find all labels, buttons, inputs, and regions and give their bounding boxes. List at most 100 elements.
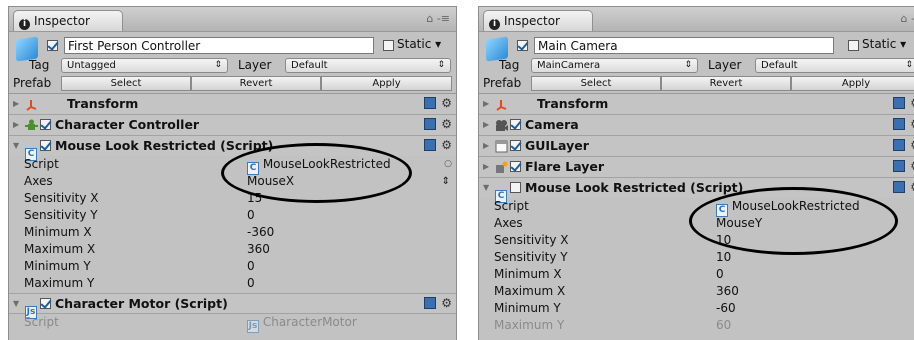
layer-value: Default: [761, 60, 798, 71]
lock-menu-icon[interactable]: ⌂ -: [901, 12, 914, 25]
prefab-apply-button[interactable]: Apply: [321, 76, 452, 91]
component-flare-layer[interactable]: ▶ Flare Layer ⚙: [479, 157, 914, 178]
tag-dropdown[interactable]: Untagged ⇕: [61, 58, 228, 73]
gear-icon[interactable]: ⚙: [441, 117, 452, 131]
component-character-motor[interactable]: ▼ Js Character Motor (Script) ⚙: [9, 293, 456, 319]
object-name-field[interactable]: First Person Controller: [64, 37, 374, 54]
fold-arrow-down-icon[interactable]: ▼: [483, 178, 489, 198]
fold-arrow-down-icon[interactable]: ▼: [13, 136, 19, 156]
property-value: MouseLookRestricted: [731, 199, 860, 213]
help-book-icon[interactable]: [893, 118, 906, 130]
component-camera[interactable]: ▶ Camera ⚙: [479, 115, 914, 136]
property-value-field[interactable]: 0: [247, 207, 255, 224]
help-book-icon[interactable]: [424, 118, 437, 130]
property-value-field[interactable]: 10: [716, 232, 731, 249]
fold-arrow-icon[interactable]: ▶: [483, 136, 489, 156]
script-reference-field[interactable]: Js CharacterMotor: [247, 314, 357, 333]
prefab-revert-button[interactable]: Revert: [191, 76, 321, 91]
gear-icon[interactable]: ⚙: [910, 117, 914, 131]
tag-label: Tag: [29, 58, 50, 72]
property-value-field[interactable]: 0: [247, 258, 255, 275]
prefab-select-button[interactable]: Select: [61, 76, 191, 91]
gear-icon[interactable]: ⚙: [910, 96, 914, 110]
gear-icon[interactable]: ⚙: [910, 159, 914, 173]
property-row: Maximum Y 60: [479, 317, 914, 334]
property-value-field[interactable]: 60: [716, 317, 731, 334]
static-checkbox[interactable]: [383, 40, 394, 51]
gear-icon[interactable]: ⚙: [910, 180, 914, 194]
prefab-revert-button[interactable]: Revert: [661, 76, 791, 91]
character-controller-icon: [25, 119, 38, 130]
component-transform[interactable]: ▶ Transform ⚙: [9, 94, 456, 115]
gear-icon[interactable]: ⚙: [441, 296, 452, 310]
help-book-icon[interactable]: [424, 97, 437, 109]
property-label: Maximum X: [494, 284, 566, 298]
property-label: Minimum Y: [24, 259, 91, 273]
enabled-checkbox[interactable]: [510, 161, 521, 172]
enabled-checkbox[interactable]: [40, 298, 51, 309]
help-book-icon[interactable]: [893, 97, 906, 109]
axes-dropdown[interactable]: MouseX: [247, 173, 294, 190]
property-row-axes: Axes MouseY: [479, 215, 914, 232]
prefab-select-button[interactable]: Select: [531, 76, 661, 91]
dropdown-arrow-icon[interactable]: ⇕: [442, 173, 450, 190]
property-row: Sensitivity X 10: [479, 232, 914, 249]
component-title: Camera: [525, 117, 579, 132]
tag-dropdown[interactable]: MainCamera ⇕: [531, 58, 698, 73]
property-row-script: Script Js CharacterMotor: [9, 314, 456, 333]
property-row: Minimum X -360: [9, 224, 456, 241]
help-book-icon[interactable]: [893, 160, 906, 172]
inspector-tab[interactable]: i Inspector: [483, 10, 593, 31]
component-mouse-look-restricted[interactable]: ▼ C Mouse Look Restricted (Script) ⚙: [479, 178, 914, 203]
transform-axes-icon: [496, 100, 507, 111]
enabled-checkbox[interactable]: [510, 182, 521, 193]
inspector-tab[interactable]: i Inspector: [13, 10, 123, 31]
property-value-field[interactable]: 360: [247, 241, 270, 258]
prefab-apply-button[interactable]: Apply: [791, 76, 914, 91]
help-book-icon[interactable]: [424, 139, 437, 151]
property-value-field[interactable]: 10: [716, 249, 731, 266]
help-book-icon[interactable]: [893, 139, 906, 151]
property-value-field[interactable]: 0: [247, 275, 255, 292]
fold-arrow-icon[interactable]: ▶: [483, 115, 489, 135]
help-book-icon[interactable]: [893, 181, 906, 193]
gear-icon[interactable]: ⚙: [910, 138, 914, 152]
component-title: Mouse Look Restricted (Script): [525, 180, 744, 195]
fold-arrow-icon[interactable]: ▶: [13, 115, 19, 135]
component-transform[interactable]: ▶ Transform ⚙: [479, 94, 914, 115]
property-value-field[interactable]: -360: [247, 224, 274, 241]
property-value-field[interactable]: 0: [716, 266, 724, 283]
enabled-checkbox[interactable]: [40, 119, 51, 130]
enabled-checkbox[interactable]: [510, 140, 521, 151]
fold-arrow-icon[interactable]: ▶: [483, 94, 489, 114]
axes-dropdown[interactable]: MouseY: [716, 215, 762, 232]
active-checkbox[interactable]: [517, 40, 528, 51]
enabled-checkbox[interactable]: [40, 140, 51, 151]
static-label[interactable]: Static ▾: [397, 37, 441, 51]
property-row: Sensitivity X 15: [9, 190, 456, 207]
property-row: Minimum Y 0: [9, 258, 456, 275]
fold-arrow-icon[interactable]: ▶: [13, 94, 19, 114]
static-label[interactable]: Static ▾: [862, 37, 906, 51]
gui-layer-icon: [495, 140, 508, 153]
layer-dropdown[interactable]: Default ⇕: [755, 58, 914, 73]
static-checkbox[interactable]: [848, 40, 859, 51]
property-value-field[interactable]: 15: [247, 190, 262, 207]
enabled-checkbox[interactable]: [510, 119, 521, 130]
component-guilayer[interactable]: ▶ GUILayer ⚙: [479, 136, 914, 157]
active-checkbox[interactable]: [47, 40, 58, 51]
fold-arrow-down-icon[interactable]: ▼: [13, 294, 19, 314]
fold-arrow-icon[interactable]: ▶: [483, 157, 489, 177]
component-mouse-look-restricted[interactable]: ▼ C Mouse Look Restricted (Script) ⚙: [9, 136, 456, 161]
help-book-icon[interactable]: [424, 297, 437, 309]
lock-menu-icon[interactable]: ⌂ -≡: [426, 12, 450, 25]
property-value-field[interactable]: -60: [716, 300, 736, 317]
object-picker-icon[interactable]: ○: [444, 156, 452, 173]
gear-icon[interactable]: ⚙: [441, 138, 452, 152]
component-character-controller[interactable]: ▶ Character Controller ⚙: [9, 115, 456, 136]
component-properties: Script C MouseLookRestricted ○ Axes Mous…: [9, 156, 456, 292]
gear-icon[interactable]: ⚙: [441, 96, 452, 110]
object-name-field[interactable]: Main Camera: [534, 37, 834, 54]
layer-dropdown[interactable]: Default ⇕: [285, 58, 451, 73]
property-value-field[interactable]: 360: [716, 283, 739, 300]
